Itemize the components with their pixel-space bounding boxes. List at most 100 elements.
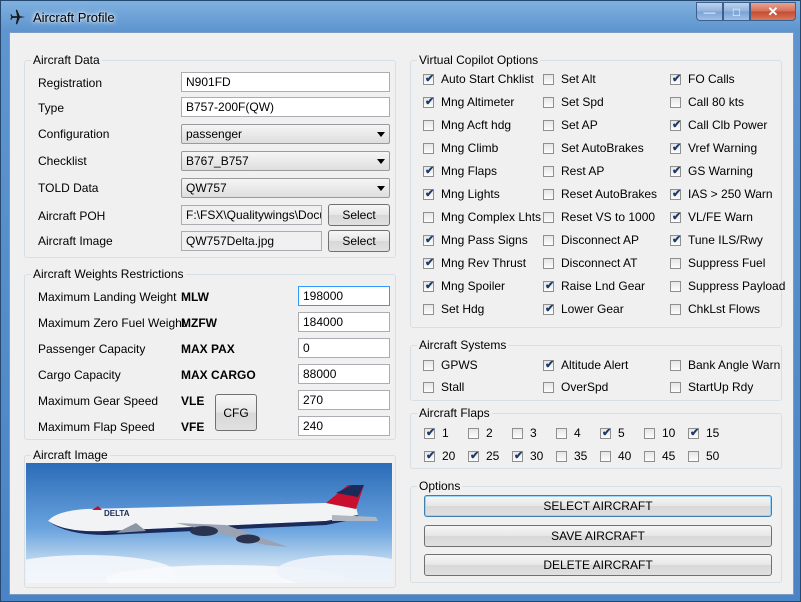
checkbox-mng-acft-hdg[interactable]: Mng Acft hdg	[423, 118, 511, 132]
aircraft-image-select-button[interactable]: Select	[328, 230, 390, 252]
checkbox-suppress-payload[interactable]: Suppress Payload	[670, 279, 785, 293]
checkbox-disconnect-ap[interactable]: Disconnect AP	[543, 233, 639, 247]
checkbox-call-80-kts[interactable]: Call 80 kts	[670, 95, 744, 109]
checkbox-unchecked-icon[interactable]	[423, 211, 434, 223]
checkbox-reset-vs-to-1000[interactable]: Reset VS to 1000	[543, 210, 655, 224]
checkbox-checked-icon[interactable]: ✔	[670, 165, 681, 177]
checkbox-flap-25[interactable]: ✔ 25	[468, 449, 499, 463]
checkbox-unchecked-icon[interactable]	[468, 427, 479, 439]
delete-aircraft-button[interactable]: DELETE AIRCRAFT	[424, 554, 772, 576]
checkbox-checked-icon[interactable]: ✔	[688, 427, 699, 439]
checkbox-checked-icon[interactable]: ✔	[423, 257, 434, 269]
checkbox-altitude-alert[interactable]: ✔ Altitude Alert	[543, 358, 628, 372]
checkbox-unchecked-icon[interactable]	[670, 303, 681, 315]
checkbox-checked-icon[interactable]: ✔	[543, 280, 554, 292]
checkbox-flap-4[interactable]: 4	[556, 426, 581, 440]
checkbox-unchecked-icon[interactable]	[423, 142, 434, 154]
checkbox-unchecked-icon[interactable]	[556, 450, 567, 462]
checkbox-checked-icon[interactable]: ✔	[600, 427, 611, 439]
checkbox-vl-fe-warn[interactable]: ✔ VL/FE Warn	[670, 210, 753, 224]
checkbox-fo-calls[interactable]: ✔ FO Calls	[670, 72, 735, 86]
checkbox-tune-ils-rwy[interactable]: ✔ Tune ILS/Rwy	[670, 233, 763, 247]
checkbox-unchecked-icon[interactable]	[423, 119, 434, 131]
checkbox-unchecked-icon[interactable]	[512, 427, 523, 439]
checkbox-mng-rev-thrust[interactable]: ✔ Mng Rev Thrust	[423, 256, 526, 270]
checkbox-reset-autobrakes[interactable]: Reset AutoBrakes	[543, 187, 657, 201]
configuration-select[interactable]: passenger	[181, 124, 390, 144]
checkbox-checked-icon[interactable]: ✔	[424, 450, 435, 462]
checkbox-set-alt[interactable]: Set Alt	[543, 72, 596, 86]
mzfw-field[interactable]: 184000	[298, 312, 390, 332]
checkbox-unchecked-icon[interactable]	[644, 450, 655, 462]
checkbox-call-clb-power[interactable]: ✔ Call Clb Power	[670, 118, 767, 132]
checkbox-unchecked-icon[interactable]	[644, 427, 655, 439]
checkbox-flap-50[interactable]: 50	[688, 449, 719, 463]
checkbox-disconnect-at[interactable]: Disconnect AT	[543, 256, 637, 270]
checkbox-checked-icon[interactable]: ✔	[512, 450, 523, 462]
checkbox-checked-icon[interactable]: ✔	[670, 119, 681, 131]
checkbox-unchecked-icon[interactable]	[543, 96, 554, 108]
checkbox-unchecked-icon[interactable]	[543, 119, 554, 131]
checkbox-set-hdg[interactable]: Set Hdg	[423, 302, 484, 316]
checkbox-mng-complex-lhts[interactable]: Mng Complex Lhts	[423, 210, 541, 224]
checkbox-flap-1[interactable]: ✔ 1	[424, 426, 449, 440]
checkbox-checked-icon[interactable]: ✔	[424, 427, 435, 439]
checkbox-checked-icon[interactable]: ✔	[670, 73, 681, 85]
checkbox-unchecked-icon[interactable]	[600, 450, 611, 462]
checkbox-stall[interactable]: Stall	[423, 380, 464, 394]
checklist-select[interactable]: B767_B757	[181, 151, 390, 171]
checkbox-raise-lnd-gear[interactable]: ✔ Raise Lnd Gear	[543, 279, 645, 293]
checkbox-flap-35[interactable]: 35	[556, 449, 587, 463]
checkbox-set-autobrakes[interactable]: Set AutoBrakes	[543, 141, 644, 155]
checkbox-unchecked-icon[interactable]	[670, 381, 681, 393]
checkbox-set-spd[interactable]: Set Spd	[543, 95, 604, 109]
max-pax-field[interactable]: 0	[298, 338, 390, 358]
checkbox-checked-icon[interactable]: ✔	[670, 211, 681, 223]
checkbox-checked-icon[interactable]: ✔	[670, 188, 681, 200]
checkbox-startup-rdy[interactable]: StartUp Rdy	[670, 380, 753, 394]
checkbox-unchecked-icon[interactable]	[543, 381, 554, 393]
vle-field[interactable]: 270	[298, 390, 390, 410]
checkbox-flap-30[interactable]: ✔ 30	[512, 449, 543, 463]
registration-field[interactable]: N901FD	[181, 72, 390, 92]
save-aircraft-button[interactable]: SAVE AIRCRAFT	[424, 525, 772, 547]
checkbox-suppress-fuel[interactable]: Suppress Fuel	[670, 256, 765, 270]
checkbox-unchecked-icon[interactable]	[423, 381, 434, 393]
checkbox-bank-angle-warn[interactable]: Bank Angle Warn	[670, 358, 780, 372]
checkbox-mng-flaps[interactable]: ✔ Mng Flaps	[423, 164, 497, 178]
checkbox-mng-lights[interactable]: ✔ Mng Lights	[423, 187, 500, 201]
checkbox-unchecked-icon[interactable]	[688, 450, 699, 462]
checkbox-overspd[interactable]: OverSpd	[543, 380, 608, 394]
aircraft-image-field[interactable]: QW757Delta.jpg	[181, 231, 322, 251]
checkbox-unchecked-icon[interactable]	[543, 165, 554, 177]
checkbox-checked-icon[interactable]: ✔	[543, 359, 554, 371]
checkbox-mng-pass-signs[interactable]: ✔ Mng Pass Signs	[423, 233, 528, 247]
checkbox-flap-2[interactable]: 2	[468, 426, 493, 440]
cfg-button[interactable]: CFG	[215, 394, 257, 431]
checkbox-unchecked-icon[interactable]	[556, 427, 567, 439]
checkbox-ias-250-warn[interactable]: ✔ IAS > 250 Warn	[670, 187, 773, 201]
told-data-select[interactable]: QW757	[181, 178, 390, 198]
checkbox-checked-icon[interactable]: ✔	[468, 450, 479, 462]
checkbox-unchecked-icon[interactable]	[670, 280, 681, 292]
checkbox-mng-climb[interactable]: Mng Climb	[423, 141, 498, 155]
checkbox-gs-warning[interactable]: ✔ GS Warning	[670, 164, 753, 178]
minimize-button[interactable]: —	[696, 2, 723, 21]
checkbox-flap-45[interactable]: 45	[644, 449, 675, 463]
title-bar[interactable]: Aircraft Profile — □ ✕	[1, 1, 801, 33]
checkbox-rest-ap[interactable]: Rest AP	[543, 164, 604, 178]
checkbox-unchecked-icon[interactable]	[670, 257, 681, 269]
checkbox-checked-icon[interactable]: ✔	[423, 188, 434, 200]
checkbox-checked-icon[interactable]: ✔	[543, 303, 554, 315]
checkbox-unchecked-icon[interactable]	[543, 142, 554, 154]
checkbox-unchecked-icon[interactable]	[543, 188, 554, 200]
checkbox-unchecked-icon[interactable]	[423, 303, 434, 315]
maximize-button[interactable]: □	[723, 2, 750, 21]
checkbox-unchecked-icon[interactable]	[543, 257, 554, 269]
checkbox-gpws[interactable]: GPWS	[423, 358, 478, 372]
checkbox-flap-15[interactable]: ✔ 15	[688, 426, 719, 440]
type-field[interactable]: B757-200F(QW)	[181, 97, 390, 117]
checkbox-mng-spoiler[interactable]: ✔ Mng Spoiler	[423, 279, 505, 293]
checkbox-flap-5[interactable]: ✔ 5	[600, 426, 625, 440]
checkbox-set-ap[interactable]: Set AP	[543, 118, 598, 132]
